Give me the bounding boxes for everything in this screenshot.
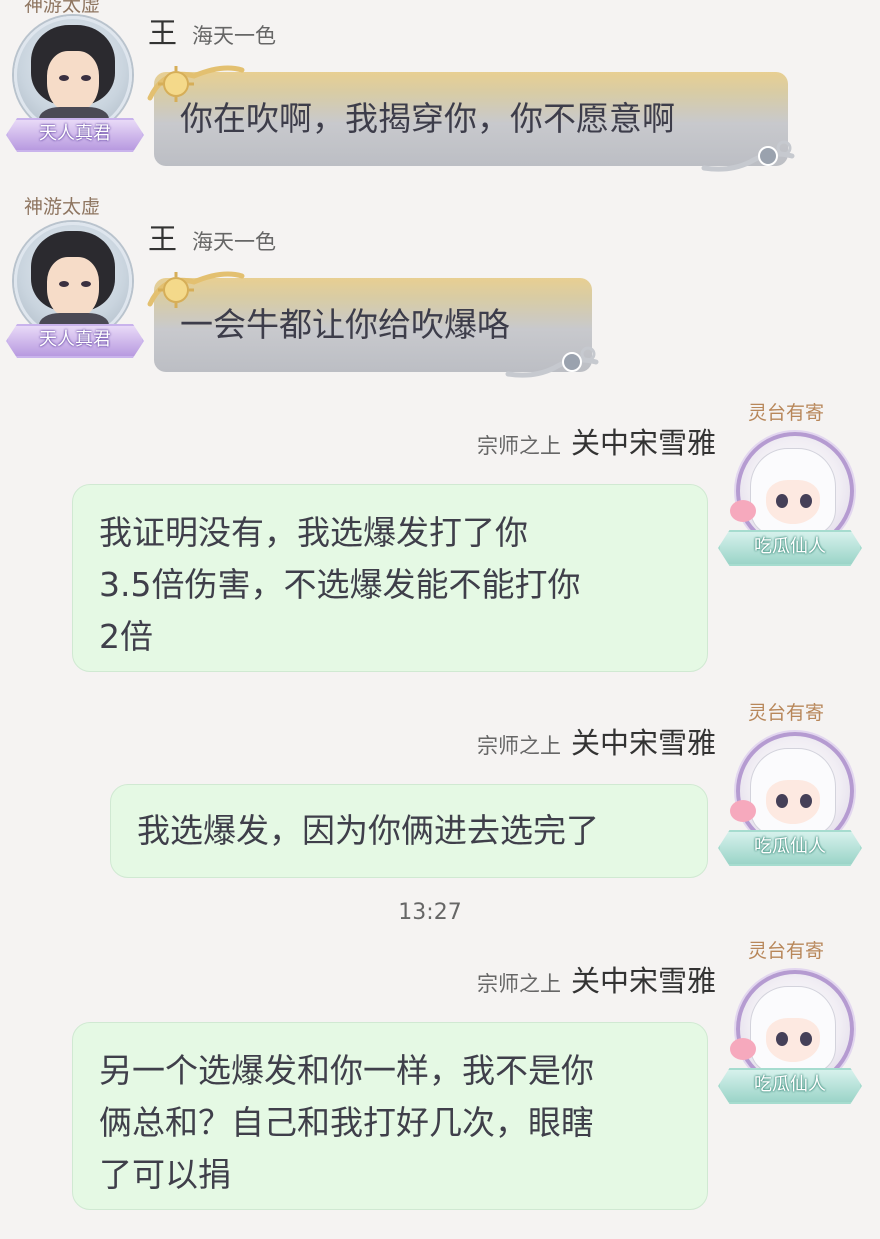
message-line: 了可以捐 (99, 1155, 231, 1194)
server-name: 宗师之上 (476, 734, 561, 758)
server-name: 宗师之上 (476, 972, 561, 996)
avatar[interactable]: 吃瓜仙人 (714, 968, 862, 1108)
rank-badge: 天人真君 (6, 118, 144, 152)
avatar-portrait (14, 222, 132, 340)
sender-header: 宗师之上 关中宋雪雅 (477, 720, 716, 762)
message-line: 我证明没有，我选爆发打了你 (99, 513, 528, 552)
flower-icon (730, 500, 756, 522)
cloud-ornament-icon (701, 140, 795, 172)
avatar-portrait (14, 16, 132, 134)
message-line: 3.5倍伤害，不选爆发能不能打你 (99, 565, 581, 604)
sender-name[interactable]: 王 (148, 216, 177, 258)
timestamp: 13:27 (398, 900, 462, 925)
sender-name[interactable]: 关中宋雪雅 (571, 964, 716, 998)
message-bubble[interactable]: 我证明没有，我选爆发打了你 3.5倍伤害，不选爆发能不能打你 2倍 (72, 484, 708, 672)
avatar[interactable]: 吃瓜仙人 (714, 430, 862, 570)
sun-ornament-icon (147, 65, 245, 102)
message-bubble[interactable]: 你在吹啊，我揭穿你，你不愿意啊 (154, 72, 788, 166)
sender-header: 宗师之上 关中宋雪雅 (477, 958, 716, 1000)
server-name: 海天一色 (192, 24, 276, 48)
flower-icon (730, 800, 756, 822)
avatar[interactable]: 天人真君 (6, 220, 144, 358)
message-line: 俩总和？自己和我打好几次，眼瞎 (99, 1103, 594, 1142)
cloud-ornament-icon (505, 346, 599, 378)
message-bubble[interactable]: 另一个选爆发和你一样，我不是你 俩总和？自己和我打好几次，眼瞎 了可以捐 (72, 1022, 708, 1210)
message-line: 2倍 (99, 617, 153, 656)
rank-badge: 天人真君 (6, 324, 144, 358)
player-title: 神游太虚 (24, 196, 101, 218)
rank-badge: 吃瓜仙人 (718, 1068, 862, 1104)
message-line: 我选爆发，因为你俩进去选完了 (137, 811, 599, 850)
sun-ornament-icon (147, 271, 245, 308)
message-line: 另一个选爆发和你一样，我不是你 (99, 1051, 594, 1090)
server-name: 海天一色 (192, 230, 276, 254)
sender-header: 宗师之上 关中宋雪雅 (477, 420, 716, 462)
avatar[interactable]: 吃瓜仙人 (714, 730, 862, 870)
message-bubble[interactable]: 我选爆发，因为你俩进去选完了 (110, 784, 708, 878)
sender-name[interactable]: 王 (148, 10, 177, 52)
server-name: 宗师之上 (476, 434, 561, 458)
player-title: 灵台有寄 (748, 940, 825, 962)
rank-badge: 吃瓜仙人 (718, 830, 862, 866)
player-title: 灵台有寄 (748, 402, 825, 424)
sender-name[interactable]: 关中宋雪雅 (571, 426, 716, 460)
rank-badge: 吃瓜仙人 (718, 530, 862, 566)
avatar[interactable]: 天人真君 (6, 14, 144, 152)
sender-name[interactable]: 关中宋雪雅 (571, 726, 716, 760)
flower-icon (730, 1038, 756, 1060)
player-title: 灵台有寄 (748, 702, 825, 724)
